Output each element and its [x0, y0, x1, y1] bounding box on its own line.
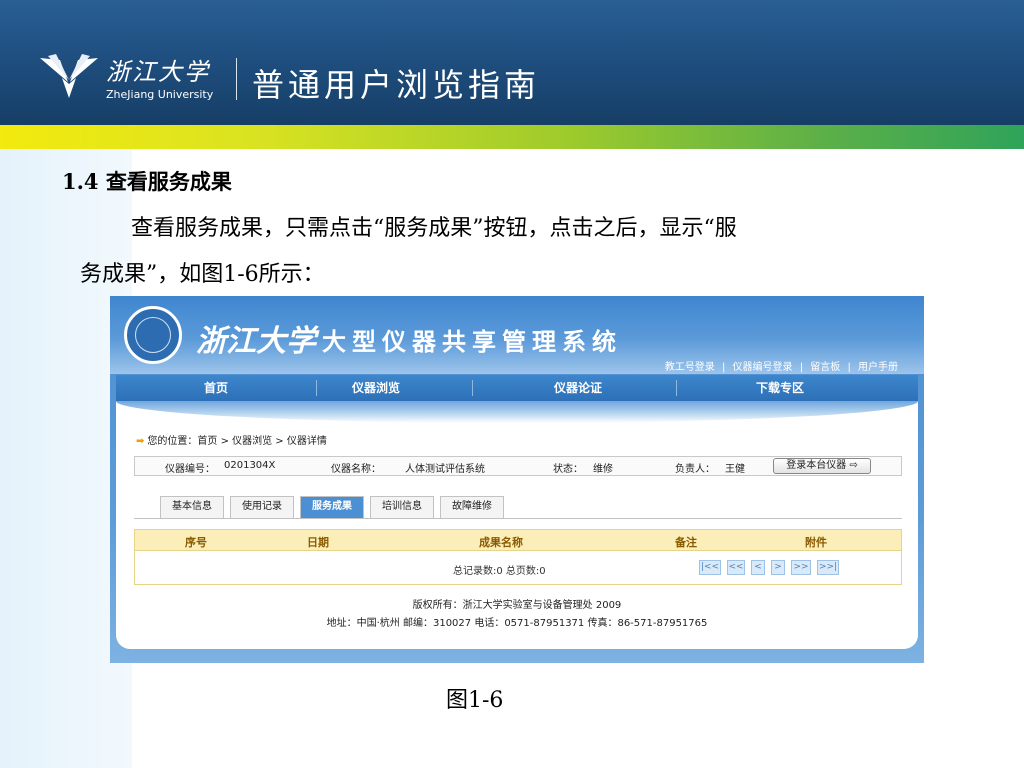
col-attachment: 附件 [805, 536, 827, 549]
tab-training-info[interactable]: 培训信息 [370, 496, 434, 518]
login-instrument-label: 登录本台仪器 [786, 460, 847, 471]
embedded-screenshot: 浙江大学 大型仪器共享管理系统 教工号登录 | 仪器编号登录 | 留言板 | 用… [110, 296, 924, 663]
nav-download[interactable]: 下载专区 [680, 375, 880, 401]
code-value: 0201304X [224, 460, 276, 471]
slide-title: 普通用户浏览指南 [252, 66, 541, 104]
tab-service-results[interactable]: 服务成果 [300, 496, 364, 518]
system-banner: 浙江大学 大型仪器共享管理系统 教工号登录 | 仪器编号登录 | 留言板 | 用… [110, 296, 924, 374]
nav-separator [676, 380, 677, 396]
status-value: 维修 [593, 464, 613, 475]
results-table-header: 序号 日期 成果名称 备注 附件 [134, 529, 902, 551]
university-name-en: ZheJiang University [106, 88, 214, 101]
system-title: 大型仪器共享管理系统 [322, 328, 622, 356]
pager-first[interactable]: |<< [699, 560, 721, 575]
arrow-right-icon: ⇨ [849, 460, 858, 471]
color-stripe [0, 125, 1024, 149]
status-label: 状态： [553, 464, 583, 475]
slide-header: 浙江大学 ZheJiang University 普通用户浏览指南 [0, 0, 1024, 125]
system-university-name: 浙江大学 [196, 324, 316, 359]
link-instrument-login[interactable]: 仪器编号登录 [733, 362, 793, 373]
pager-last[interactable]: >>| [817, 560, 839, 575]
breadcrumb-arrow-icon: ➡ [136, 436, 145, 447]
header-divider [236, 58, 237, 100]
section-title: 1.4 查看服务成果 [62, 169, 232, 194]
top-links: 教工号登录 | 仪器编号登录 | 留言板 | 用户手册 [663, 358, 900, 373]
nav-argument[interactable]: 仪器论证 [478, 375, 678, 401]
university-seal-icon [124, 306, 182, 364]
owner-value: 王健 [725, 464, 745, 475]
panel-wave [116, 401, 918, 423]
owner-label: 负责人： [675, 464, 715, 475]
pager-next[interactable]: > [771, 560, 785, 575]
pager-next-page[interactable]: >> [791, 560, 811, 575]
link-staff-login[interactable]: 教工号登录 [665, 362, 715, 373]
main-nav: 首页 仪器浏览 仪器论证 下载专区 [116, 375, 918, 401]
link-user-manual[interactable]: 用户手册 [858, 362, 898, 373]
name-value: 人体测试评估系统 [405, 464, 485, 475]
link-sep: | [721, 362, 726, 373]
breadcrumb: ➡ 您的位置：首页 > 仪器浏览 > 仪器详情 [136, 432, 327, 447]
col-result-name: 成果名称 [479, 536, 523, 549]
tab-underline [134, 518, 902, 519]
name-label: 仪器名称： [331, 464, 381, 475]
col-date: 日期 [307, 536, 329, 549]
tab-basic-info[interactable]: 基本信息 [160, 496, 224, 518]
footer-copyright: 版权所有：浙江大学实验室与设备管理处 2009 [412, 600, 622, 611]
link-guestbook[interactable]: 留言板 [810, 362, 840, 373]
figure-caption: 图1-6 [446, 688, 504, 713]
nav-browse[interactable]: 仪器浏览 [276, 375, 476, 401]
university-name-cn: 浙江大学 [106, 58, 210, 86]
zju-logo-icon [40, 54, 98, 98]
col-remark: 备注 [675, 536, 697, 549]
link-sep: | [847, 362, 851, 373]
paragraph-line-2: 务成果”，如图1-6所示： [80, 262, 325, 287]
paragraph-line-1: 查看服务成果，只需点击“服务成果”按钮，点击之后，显示“服 [131, 216, 737, 241]
pager-prev-page[interactable]: << [727, 560, 745, 575]
nav-separator [472, 380, 473, 396]
record-count: 总记录数:0 总页数:0 [453, 566, 546, 577]
col-seq: 序号 [185, 536, 207, 549]
pager-prev[interactable]: < [751, 560, 765, 575]
footer-address: 地址：中国·杭州 邮编：310027 电话：0571-87951371 传真：8… [326, 618, 708, 629]
tab-usage-records[interactable]: 使用记录 [230, 496, 294, 518]
code-label: 仪器编号： [165, 464, 215, 475]
tab-fault-repair[interactable]: 故障维修 [440, 496, 504, 518]
login-instrument-button[interactable]: 登录本台仪器 ⇨ [773, 458, 871, 474]
link-sep: | [799, 362, 804, 373]
breadcrumb-text: 您的位置：首页 > 仪器浏览 > 仪器详情 [147, 436, 327, 447]
results-table-body: 总记录数:0 总页数:0 |<< << < > >> >>| [134, 551, 902, 585]
